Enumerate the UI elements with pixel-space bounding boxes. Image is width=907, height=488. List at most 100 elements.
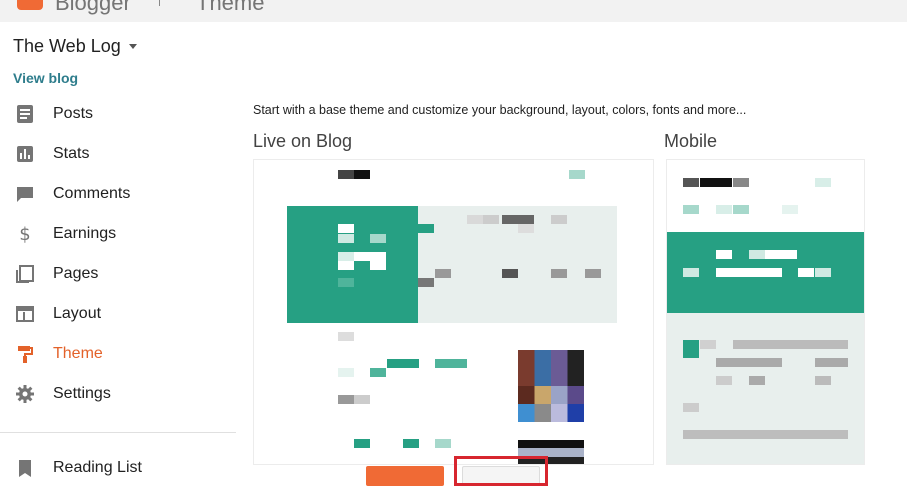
bookmark-icon <box>15 458 35 478</box>
brand-name: Blogger <box>55 0 131 15</box>
preview-block <box>551 269 567 278</box>
sidebar-item-reading-list[interactable]: Reading List <box>0 448 236 488</box>
sidebar-item-pages[interactable]: Pages <box>0 254 236 294</box>
sidebar-item-earnings[interactable]: $ Earnings <box>0 214 236 254</box>
preview-block <box>435 439 451 448</box>
preview-block <box>370 368 386 377</box>
mobile-title: Mobile <box>664 131 718 151</box>
edit-html-button[interactable] <box>462 466 540 486</box>
preview-block <box>815 358 848 367</box>
preview-block <box>338 261 354 270</box>
preview-block <box>502 215 534 224</box>
preview-block <box>551 215 567 224</box>
preview-image-mosaic <box>518 386 584 404</box>
blogger-logo-icon[interactable] <box>17 0 43 10</box>
preview-image-mosaic <box>518 404 584 422</box>
sidebar-nav: Posts Stats Comments $ Earnings Pages La… <box>0 94 236 414</box>
dollar-icon: $ <box>15 224 35 244</box>
view-blog-link[interactable]: View blog <box>13 70 78 86</box>
preview-block <box>338 395 354 404</box>
posts-icon <box>15 104 35 124</box>
preview-block <box>354 395 370 404</box>
preview-block <box>716 268 782 277</box>
stats-icon <box>15 144 35 164</box>
preview-block <box>518 224 534 233</box>
preview-block <box>370 261 386 270</box>
preview-block <box>418 278 434 287</box>
top-bar-divider <box>159 0 160 6</box>
preview-block <box>683 430 848 439</box>
sidebar-item-label: Theme <box>53 345 103 362</box>
preview-block <box>338 332 354 341</box>
preview-block <box>569 170 585 179</box>
sidebar-item-comments[interactable]: Comments <box>0 174 236 214</box>
preview-block <box>716 205 732 214</box>
preview-block <box>765 250 797 259</box>
preview-block <box>700 178 732 187</box>
section-title: Theme <box>196 0 265 15</box>
preview-block <box>749 376 765 385</box>
comments-icon <box>15 184 35 204</box>
live-theme-preview[interactable] <box>253 159 654 465</box>
sidebar-item-settings[interactable]: Settings <box>0 374 236 414</box>
live-on-blog-title: Live on Blog <box>253 131 353 151</box>
preview-block <box>502 269 518 278</box>
preview-block <box>338 234 354 243</box>
blog-name: The Web Log <box>13 36 121 56</box>
preview-block <box>716 376 732 385</box>
preview-block <box>733 205 749 214</box>
sidebar-item-theme[interactable]: Theme <box>0 334 236 374</box>
preview-block <box>733 340 848 349</box>
preview-block <box>435 359 467 368</box>
preview-block <box>749 250 765 259</box>
preview-block <box>716 358 782 367</box>
preview-block <box>403 439 419 448</box>
preview-block <box>683 403 699 412</box>
svg-text:$: $ <box>19 224 30 244</box>
preview-block <box>338 224 354 233</box>
blog-selector[interactable]: The Web Log <box>13 36 137 57</box>
sidebar-item-label: Earnings <box>53 225 117 242</box>
theme-intro-text: Start with a base theme and customize yo… <box>253 103 747 117</box>
preview-block <box>683 268 699 277</box>
preview-block <box>354 439 370 448</box>
mobile-theme-preview[interactable] <box>666 159 865 465</box>
preview-block <box>418 224 434 233</box>
sidebar-item-label: Pages <box>53 265 99 282</box>
preview-block <box>387 359 419 368</box>
preview-block <box>435 269 451 278</box>
caret-down-icon <box>128 44 137 49</box>
top-bar: Blogger Theme <box>0 0 907 22</box>
paint-roller-icon <box>15 344 35 364</box>
layout-icon <box>15 304 35 324</box>
sidebar-item-posts[interactable]: Posts <box>0 94 236 134</box>
preview-content-block <box>667 313 864 464</box>
preview-block <box>815 376 831 385</box>
preview-block <box>338 278 354 287</box>
sidebar-item-label: Stats <box>53 145 90 162</box>
customize-button[interactable] <box>366 466 444 486</box>
preview-block <box>683 178 699 187</box>
preview-block <box>467 215 483 224</box>
preview-block <box>483 215 499 224</box>
preview-block <box>733 178 749 187</box>
preview-block <box>683 340 699 358</box>
preview-block <box>798 268 814 277</box>
preview-block <box>354 252 386 261</box>
preview-block <box>338 170 354 179</box>
sidebar-item-layout[interactable]: Layout <box>0 294 236 334</box>
preview-block <box>338 368 354 377</box>
gear-icon <box>15 384 35 404</box>
preview-block <box>815 178 831 187</box>
preview-block <box>338 252 354 261</box>
preview-block <box>716 250 732 259</box>
preview-block <box>700 340 716 349</box>
preview-block <box>815 268 831 277</box>
sidebar-item-label: Reading List <box>53 459 142 476</box>
preview-block <box>585 269 601 278</box>
sidebar-item-stats[interactable]: Stats <box>0 134 236 174</box>
sidebar-item-label: Settings <box>53 385 111 402</box>
pages-icon <box>15 264 35 284</box>
preview-block <box>370 234 386 243</box>
sidebar-item-label: Posts <box>53 105 94 122</box>
